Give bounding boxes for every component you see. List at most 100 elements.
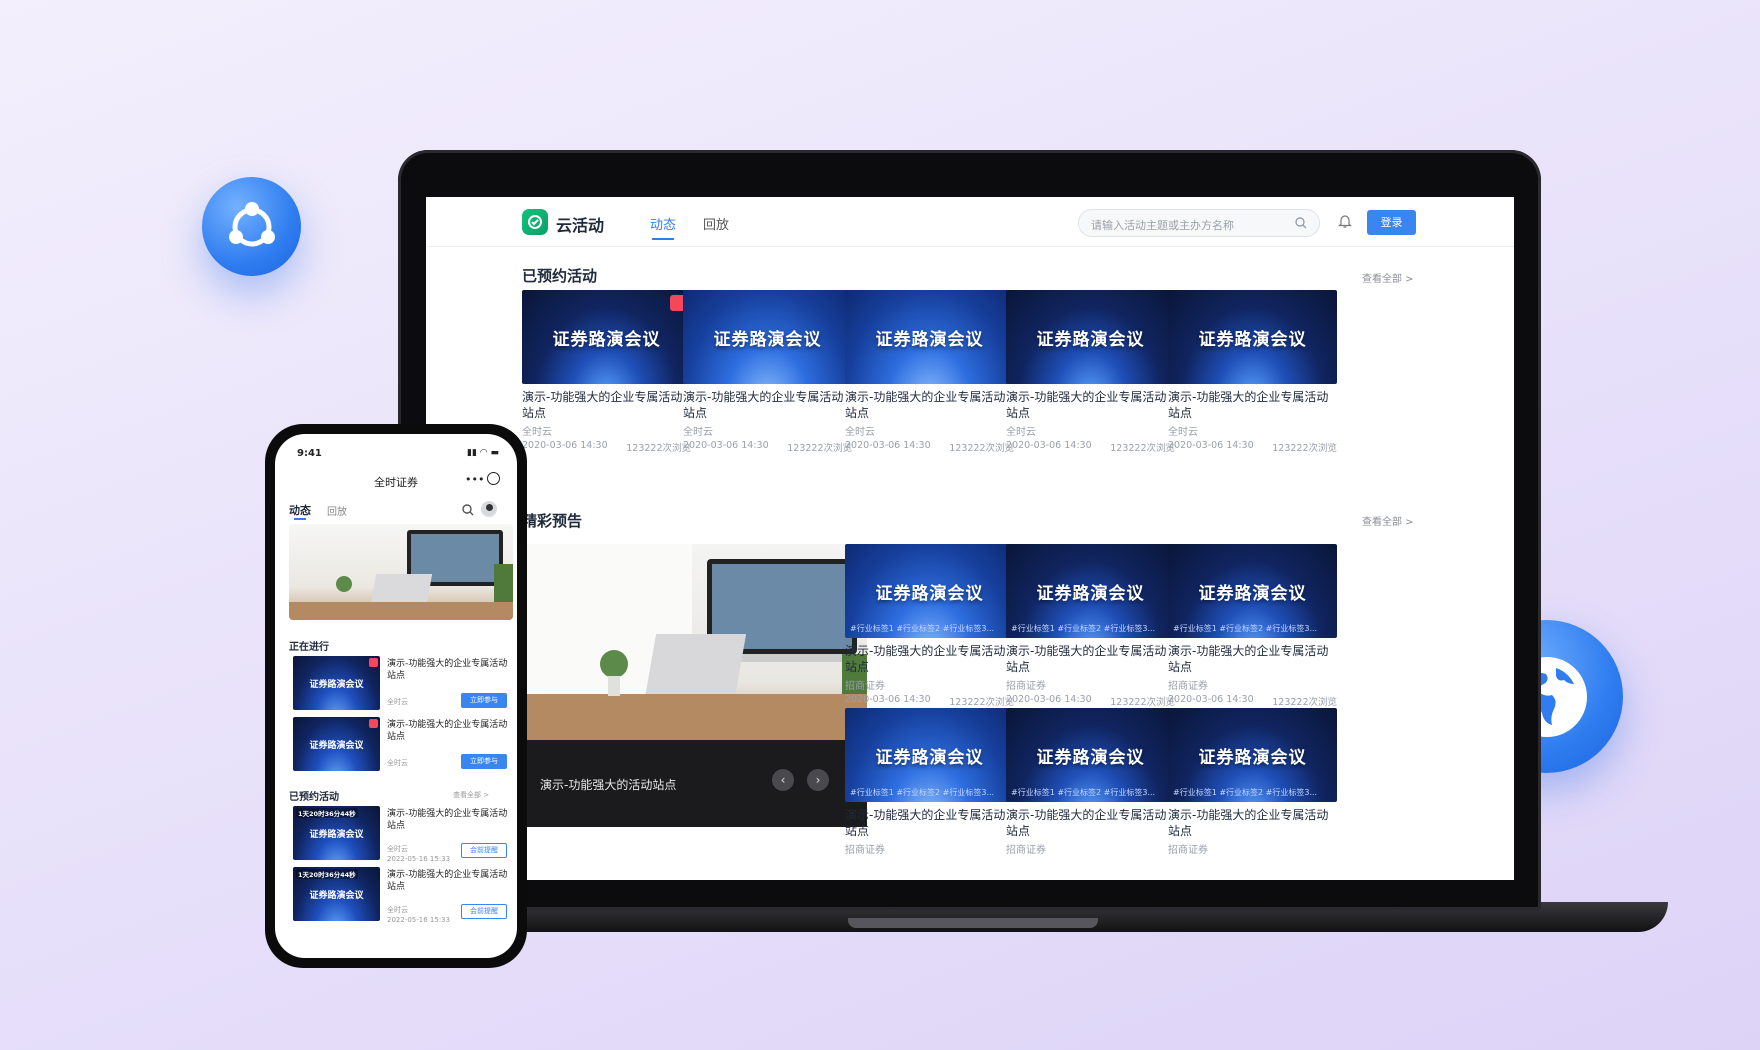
card-title: 演示-功能强大的企业专属活动站点 bbox=[1168, 390, 1329, 420]
item-date: 2022-05-16 15:33 bbox=[387, 855, 451, 863]
app-name: 云活动 bbox=[556, 216, 605, 235]
card-thumbnail: 证券路演会议 bbox=[1006, 290, 1175, 384]
list-item[interactable]: 证券路演会议 1天20时36分44秒 演示-功能强大的企业专属活动站点 全时云 20… bbox=[289, 802, 513, 864]
activity-card[interactable]: 证券路演会议 演示-功能强大的企业专属活动站点 全时云 2020-03-06 14… bbox=[683, 290, 852, 454]
card-tags: #行业标签1 #行业标签2 #行业标签3... bbox=[850, 788, 995, 797]
item-organizer: 全时云 bbox=[387, 906, 408, 914]
list-item[interactable]: 证券路演会议 演示-功能强大的企业专属活动站点 全时云 立即参与 bbox=[289, 652, 513, 714]
card-thumbnail: 证券路演会议 bbox=[683, 290, 852, 384]
card-thumbnail: 证券路演会议 bbox=[1168, 290, 1337, 384]
card-title: 演示-功能强大的企业专属活动站点 bbox=[683, 390, 844, 420]
nav-tab-replay[interactable]: 回放 bbox=[703, 214, 729, 233]
card-date: 2020-03-06 14:30 bbox=[683, 440, 769, 451]
preview-section-title: 精彩预告 bbox=[522, 512, 583, 530]
card-date: 2020-03-06 14:30 bbox=[1168, 440, 1254, 451]
activity-card[interactable]: 证券路演会议 演示-功能强大的企业专属活动站点 全时云 2020-03-06 14… bbox=[522, 290, 691, 454]
item-action-button[interactable]: 立即参与 bbox=[461, 693, 507, 708]
card-thumb-title: 证券路演会议 bbox=[713, 329, 822, 350]
card-organizer: 全时云 bbox=[1006, 427, 1036, 438]
card-date: 2020-03-06 14:30 bbox=[845, 694, 931, 705]
countdown-badge: 1天20时36分44秒 bbox=[296, 808, 358, 818]
item-action-button[interactable]: 会前提醒 bbox=[461, 904, 507, 919]
card-title: 演示-功能强大的企业专属活动站点 bbox=[1006, 808, 1167, 838]
card-tags: #行业标签1 #行业标签2 #行业标签3... bbox=[1011, 788, 1156, 797]
card-tags: #行业标签1 #行业标签2 #行业标签3... bbox=[1173, 624, 1318, 633]
card-organizer: 全时云 bbox=[683, 427, 713, 438]
card-organizer: 招商证券 bbox=[1168, 845, 1208, 856]
card-organizer: 全时云 bbox=[845, 427, 875, 438]
card-date: 2020-03-06 14:30 bbox=[1006, 694, 1092, 705]
carousel-next-button[interactable]: › bbox=[807, 769, 829, 791]
card-views: 123222次浏览 bbox=[1272, 697, 1337, 708]
chevron-left-icon: ‹ bbox=[780, 773, 786, 787]
card-views: 123222次浏览 bbox=[1110, 697, 1175, 708]
item-thumbnail: 证券路演会议 1天20时36分44秒 bbox=[293, 806, 380, 860]
card-thumbnail: 证券路演会议 bbox=[845, 290, 1014, 384]
target-icon[interactable] bbox=[487, 472, 500, 485]
login-button[interactable]: 登录 bbox=[1367, 210, 1416, 235]
card-title: 演示-功能强大的企业专属活动站点 bbox=[522, 390, 683, 420]
card-tags: #行业标签1 #行业标签2 #行业标签3... bbox=[1173, 788, 1318, 797]
item-title: 演示-功能强大的企业专属活动站点 bbox=[387, 870, 508, 892]
card-organizer: 招商证券 bbox=[1006, 845, 1046, 856]
card-thumb-title: 证券路演会议 bbox=[1036, 583, 1145, 604]
activity-card[interactable]: 证券路演会议 演示-功能强大的企业专属活动站点 全时云 2020-03-06 14… bbox=[1006, 290, 1175, 454]
card-views: 123222次浏览 bbox=[949, 443, 1014, 454]
item-action-button[interactable]: 会前提醒 bbox=[461, 843, 507, 858]
activity-card[interactable]: 证券路演会议 #行业标签1 #行业标签2 #行业标签3... 演示-功能强大的企业… bbox=[1006, 544, 1175, 708]
card-thumb-title: 证券路演会议 bbox=[552, 329, 661, 350]
activity-card[interactable]: 证券路演会议 演示-功能强大的企业专属活动站点 全时云 2020-03-06 14… bbox=[845, 290, 1014, 454]
chevron-right-icon: › bbox=[815, 773, 821, 787]
phone-reserved-view-all[interactable]: 查看全部 > bbox=[453, 790, 489, 800]
list-item[interactable]: 证券路演会议 演示-功能强大的企业专属活动站点 全时云 立即参与 bbox=[289, 713, 513, 775]
card-organizer: 招商证券 bbox=[845, 845, 885, 856]
phone-tab-replay[interactable]: 回放 bbox=[327, 503, 347, 518]
search-input[interactable]: 请输入活动主题或主办方名称 bbox=[1078, 209, 1320, 237]
card-thumb-title: 证券路演会议 bbox=[875, 747, 984, 768]
activity-card[interactable]: 证券路演会议 #行业标签1 #行业标签2 #行业标签3... 演示-功能强大的企业… bbox=[1168, 708, 1337, 856]
search-icon[interactable] bbox=[1295, 217, 1307, 229]
card-thumbnail: 证券路演会议 bbox=[522, 290, 691, 384]
countdown-badge: 1天20时36分44秒 bbox=[296, 869, 358, 879]
avatar[interactable] bbox=[481, 501, 497, 517]
item-title: 演示-功能强大的企业专属活动站点 bbox=[387, 659, 508, 681]
list-item[interactable]: 证券路演会议 1天20时36分44秒 演示-功能强大的企业专属活动站点 全时云 20… bbox=[289, 863, 513, 925]
card-views: 123222次浏览 bbox=[1110, 443, 1175, 454]
card-date: 2020-03-06 14:30 bbox=[1168, 694, 1254, 705]
activity-card[interactable]: 证券路演会议 #行业标签1 #行业标签2 #行业标签3... 演示-功能强大的企业… bbox=[845, 708, 1014, 856]
card-title: 演示-功能强大的企业专属活动站点 bbox=[845, 390, 1006, 420]
item-organizer: 全时云 bbox=[387, 759, 408, 767]
featured-banner[interactable]: 演示-功能强大的活动站点 ‹ › bbox=[522, 544, 867, 827]
phone-reserved-title: 已预约活动 bbox=[289, 792, 339, 803]
bell-icon[interactable] bbox=[1338, 213, 1352, 229]
carousel-prev-button[interactable]: ‹ bbox=[772, 769, 794, 791]
card-views: 123222次浏览 bbox=[787, 443, 852, 454]
item-thumb-title: 证券路演会议 bbox=[309, 829, 364, 840]
preview-view-all-link[interactable]: 查看全部 > bbox=[1362, 513, 1414, 528]
logo-icon[interactable] bbox=[522, 209, 548, 235]
laptop-notch bbox=[848, 918, 1098, 928]
activity-card[interactable]: 证券路演会议 #行业标签1 #行业标签2 #行业标签3... 演示-功能强大的企业… bbox=[1168, 544, 1337, 708]
card-organizer: 招商证券 bbox=[1168, 681, 1208, 692]
card-thumbnail: 证券路演会议 #行业标签1 #行业标签2 #行业标签3... bbox=[845, 708, 1014, 802]
ongoing-title: 正在进行 bbox=[289, 642, 329, 653]
item-thumb-title: 证券路演会议 bbox=[309, 740, 364, 751]
nav-tab-feed[interactable]: 动态 bbox=[650, 214, 676, 240]
card-organizer: 招商证券 bbox=[845, 681, 885, 692]
item-title: 演示-功能强大的企业专属活动站点 bbox=[387, 809, 508, 831]
card-thumb-title: 证券路演会议 bbox=[1036, 747, 1145, 768]
activity-card[interactable]: 证券路演会议 #行业标签1 #行业标签2 #行业标签3... 演示-功能强大的企业… bbox=[1006, 708, 1175, 856]
item-title: 演示-功能强大的企业专属活动站点 bbox=[387, 720, 508, 742]
phone-search-icon[interactable] bbox=[462, 504, 474, 516]
phone-tab-feed[interactable]: 动态 bbox=[289, 502, 311, 520]
laptop-screen: 云活动 动态 回放 请输入活动主题或主办方名称 登录 已预约活动 查看全部 > … bbox=[426, 197, 1514, 880]
reserved-view-all-link[interactable]: 查看全部 > bbox=[1362, 270, 1414, 285]
more-icon[interactable]: ••• bbox=[465, 473, 484, 486]
activity-card[interactable]: 证券路演会议 #行业标签1 #行业标签2 #行业标签3... 演示-功能强大的企业… bbox=[845, 544, 1014, 708]
item-action-button[interactable]: 立即参与 bbox=[461, 754, 507, 769]
activity-card[interactable]: 证券路演会议 演示-功能强大的企业专属活动站点 全时云 2020-03-06 14… bbox=[1168, 290, 1337, 454]
item-date: 2022-05-16 15:33 bbox=[387, 916, 451, 924]
live-badge-icon bbox=[369, 658, 378, 667]
card-title: 演示-功能强大的企业专属活动站点 bbox=[1006, 644, 1167, 674]
phone-hero-image[interactable] bbox=[289, 524, 513, 620]
